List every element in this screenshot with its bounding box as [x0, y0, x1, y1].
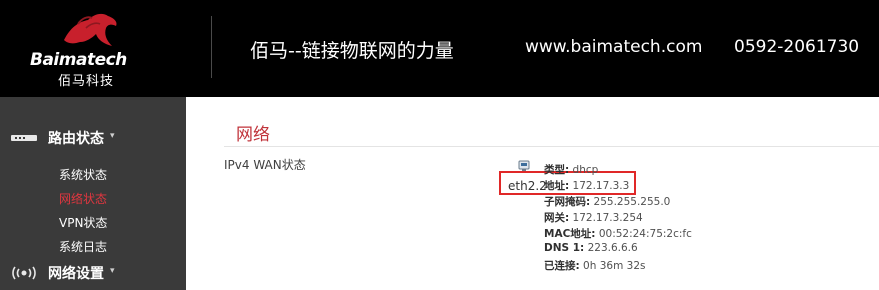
- detail-netmask: 子网掩码: 255.255.255.0: [544, 194, 670, 209]
- detail-value: 00:52:24:75:2c:fc: [598, 228, 692, 240]
- header-slogan: 佰马--链接物联网的力量: [250, 40, 454, 62]
- wifi-broadcast-icon: [12, 266, 36, 280]
- header-divider: [211, 16, 212, 78]
- header-website: www.baimatech.com: [525, 37, 703, 57]
- brand-name-cn: 佰马科技: [58, 74, 115, 89]
- sidebar-section-label: 网络设置: [48, 266, 104, 282]
- detail-mac: MAC地址: 00:52:24:75:2c:fc: [544, 226, 692, 241]
- detail-key: 已连接:: [544, 260, 580, 272]
- detail-key: MAC地址:: [544, 228, 596, 240]
- sidebar-item-network-status[interactable]: 网络状态: [59, 190, 107, 207]
- top-header: Baimatech 佰马科技 佰马--链接物联网的力量 www.baimatec…: [0, 0, 879, 97]
- brand-name-en: Baimatech: [30, 50, 127, 70]
- detail-key: 地址:: [544, 180, 570, 192]
- detail-value: 172.17.3.3: [572, 180, 630, 192]
- sidebar-item-vpn-status[interactable]: VPN状态: [59, 214, 107, 231]
- sidebar-item-system-status[interactable]: 系统状态: [59, 166, 107, 183]
- detail-value: 0h 36m 32s: [583, 260, 646, 272]
- detail-key: 网关:: [544, 212, 570, 224]
- sidebar-item-system-log[interactable]: 系统日志: [59, 238, 107, 255]
- detail-value: 223.6.6.6: [587, 242, 638, 254]
- brand-logo[interactable]: Baimatech 佰马科技: [18, 8, 138, 90]
- detail-value: 172.17.3.254: [572, 212, 643, 224]
- detail-value: 255.255.255.0: [593, 196, 671, 208]
- header-phone: 0592-2061730: [734, 37, 860, 57]
- router-icon: [11, 135, 37, 141]
- chevron-down-icon: ▾: [110, 266, 115, 276]
- detail-key: DNS 1:: [544, 242, 585, 254]
- chevron-down-icon: ▾: [110, 131, 115, 141]
- detail-type: 类型: dhcp: [544, 162, 598, 177]
- sidebar: 路由状态 ▾ 系统状态 网络状态 VPN状态 系统日志 网络设置 ▾: [0, 97, 186, 290]
- page-title: 网络: [236, 125, 270, 145]
- sidebar-section-network-settings[interactable]: 网络设置 ▾: [0, 262, 186, 284]
- detail-key: 子网掩码:: [544, 196, 591, 208]
- title-divider: [224, 146, 879, 147]
- detail-address: 地址: 172.17.3.3: [544, 178, 629, 193]
- detail-uptime: 已连接: 0h 36m 32s: [544, 258, 645, 273]
- sidebar-section-label: 路由状态: [48, 131, 104, 147]
- horse-logo-icon: [64, 13, 117, 46]
- detail-gateway: 网关: 172.17.3.254: [544, 210, 643, 225]
- detail-key: 类型:: [544, 164, 570, 176]
- wan-status-label: IPv4 WAN状态: [224, 158, 306, 172]
- detail-value: dhcp: [572, 164, 599, 176]
- detail-dns1: DNS 1: 223.6.6.6: [544, 242, 638, 254]
- sidebar-section-router-status[interactable]: 路由状态 ▾: [0, 127, 186, 149]
